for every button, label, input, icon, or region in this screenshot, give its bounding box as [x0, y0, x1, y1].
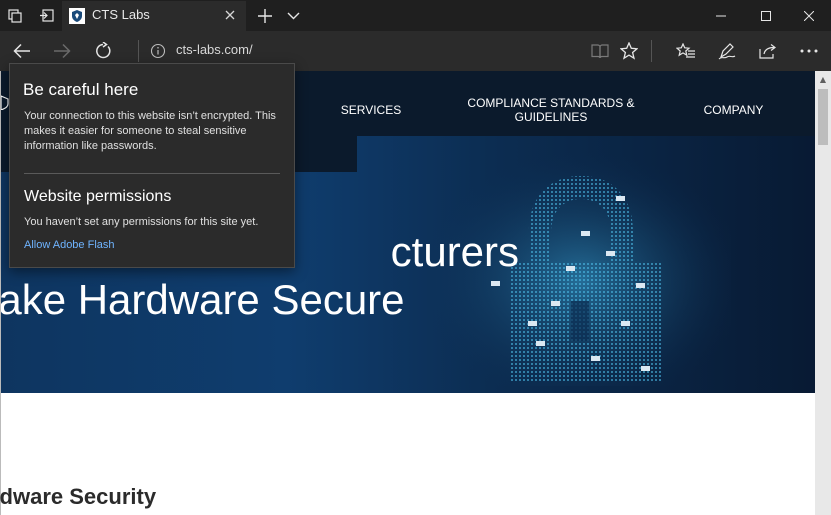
- back-arrow-icon: [13, 43, 30, 59]
- chevron-down-icon: [287, 12, 299, 19]
- scroll-up-button[interactable]: ▲: [815, 71, 831, 87]
- nav-compliance-link[interactable]: COMPLIANCE STANDARDS & GUIDELINES: [461, 96, 641, 124]
- minimize-icon: [716, 15, 726, 16]
- info-icon[interactable]: [150, 43, 166, 59]
- tab-title: CTS Labs: [92, 7, 150, 22]
- plus-icon: [258, 8, 272, 23]
- site-info-flyout: Be careful here Your connection to this …: [9, 63, 295, 268]
- active-tab[interactable]: CTS Labs: [62, 1, 246, 31]
- set-aside-tabs-button[interactable]: [31, 0, 61, 31]
- more-button[interactable]: [792, 31, 826, 71]
- more-icon: [800, 49, 818, 53]
- favorites-hub-icon: [676, 43, 695, 58]
- site-logo-icon[interactable]: [1, 94, 9, 110]
- permissions-text: You haven’t set any permissions for this…: [24, 216, 259, 228]
- close-tab-button[interactable]: [220, 5, 240, 25]
- page-scrollbar[interactable]: ▲: [815, 71, 831, 515]
- flyout-warning-text: Your connection to this website isn’t en…: [24, 110, 276, 152]
- toolbar-separator: [138, 40, 139, 62]
- reading-view-icon: [591, 43, 609, 58]
- address-bar-url[interactable]: cts-labs.com/: [176, 42, 253, 57]
- set-aside-tabs-icon: [39, 9, 54, 22]
- favorites-hub-button[interactable]: [669, 31, 703, 71]
- pen-icon: [718, 43, 736, 60]
- permissions-title: Website permissions: [24, 188, 172, 205]
- notes-button[interactable]: [710, 31, 744, 71]
- flyout-divider: [24, 173, 280, 174]
- tab-preview-icon: [8, 8, 22, 23]
- title-bar: CTS Labs: [0, 0, 831, 31]
- forward-arrow-icon: [54, 43, 71, 59]
- nav-company-link[interactable]: COMPANY: [696, 103, 771, 117]
- nav-services-link[interactable]: SERVICES: [331, 103, 411, 117]
- flyout-title: Be careful here: [23, 80, 139, 99]
- scroll-thumb[interactable]: [818, 89, 828, 145]
- add-favorite-button[interactable]: [612, 31, 646, 71]
- minimize-button[interactable]: [701, 0, 741, 31]
- hero-heading-line2: lake Hardware Secure: [1, 276, 405, 323]
- nav-compliance-line2: GUIDELINES: [514, 110, 588, 124]
- close-icon: [804, 10, 814, 21]
- share-icon: [759, 44, 776, 59]
- close-icon: [225, 10, 235, 20]
- allow-flash-link[interactable]: Allow Adobe Flash: [24, 239, 115, 251]
- nav-compliance-line1: COMPLIANCE STANDARDS &: [467, 96, 635, 110]
- share-button[interactable]: [751, 31, 785, 71]
- window-close-button[interactable]: [789, 0, 829, 31]
- tab-preview-button[interactable]: [0, 0, 30, 31]
- maximize-button[interactable]: [746, 0, 786, 31]
- hero-heading-line1-text: cturers: [390, 228, 520, 275]
- new-tab-button[interactable]: [250, 0, 280, 31]
- star-icon: [620, 42, 638, 60]
- maximize-icon: [761, 10, 771, 21]
- tab-list-button[interactable]: [278, 0, 308, 31]
- refresh-icon: [96, 42, 111, 59]
- cts-shield-icon: [69, 8, 85, 24]
- section-heading: rdware Security: [0, 484, 157, 509]
- toolbar-separator: [651, 40, 652, 62]
